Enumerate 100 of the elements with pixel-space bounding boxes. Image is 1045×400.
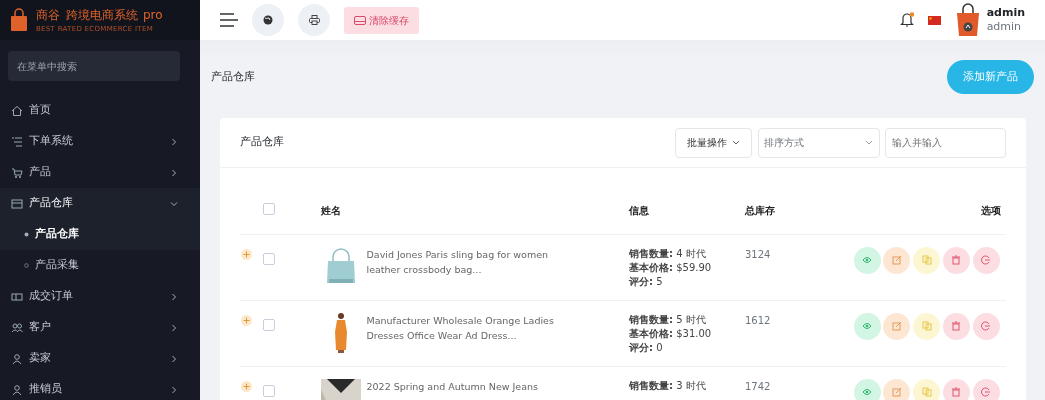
card-title: 产品仓库 [240, 134, 285, 151]
trash-icon [951, 255, 962, 265]
edit-button[interactable] [883, 246, 911, 274]
logout-button[interactable] [972, 246, 1000, 274]
print-button[interactable] [298, 4, 330, 36]
product-info: 销售数量: 4 时代 [629, 246, 707, 261]
logout-icon [981, 255, 991, 265]
product-name[interactable]: 2022 Spring and Autumn New Jeans [366, 378, 582, 400]
logout-button[interactable] [972, 312, 1000, 340]
user-icon [11, 383, 23, 396]
product-info: 基本价格: $31.00 [629, 326, 713, 341]
edit-icon [891, 321, 902, 331]
menu-item[interactable]: 产品 [0, 157, 200, 188]
menu-item[interactable]: 客户 [0, 312, 200, 343]
cart-icon [11, 166, 23, 179]
product-info: 评分: 5 [629, 274, 664, 289]
edit-icon [891, 387, 902, 397]
drive-icon [354, 15, 366, 25]
menu-icon[interactable] [220, 13, 238, 27]
logout-icon [981, 387, 991, 397]
avatar-icon [955, 3, 982, 37]
shopping-bag-icon [10, 8, 28, 32]
product-name[interactable]: David Jones Paris sling bag for women leather crossbody bag... [366, 246, 582, 283]
delete-button[interactable] [942, 312, 970, 340]
users-icon [11, 321, 23, 334]
search-field[interactable]: 输入并输入 [885, 127, 1006, 158]
ticket-icon [11, 290, 23, 303]
edit-button[interactable] [883, 312, 911, 340]
delete-button[interactable] [942, 246, 970, 274]
copy-button[interactable] [913, 312, 940, 340]
submenu-item[interactable]: 产品仓库 [0, 219, 200, 250]
globe-icon [263, 15, 273, 25]
chevron-right-icon [170, 292, 178, 301]
view-button[interactable] [853, 378, 881, 400]
row-checkbox[interactable] [263, 318, 275, 331]
trash-icon [951, 321, 962, 331]
stock-count: 1612 [744, 300, 844, 366]
list-icon [11, 135, 23, 148]
chevron-right-icon [170, 137, 178, 146]
copy-icon [921, 387, 932, 397]
page-title: 产品仓库 [211, 68, 255, 85]
view-button[interactable] [853, 246, 881, 274]
copy-button[interactable] [913, 378, 940, 400]
menu-item[interactable]: 产品仓库 [0, 188, 200, 219]
copy-icon [921, 255, 932, 265]
column-header: 信息 [628, 188, 744, 234]
product-name: 跨境电商系统 [65, 6, 138, 24]
eye-icon [862, 387, 872, 397]
column-header: 总库存 [744, 188, 844, 234]
product-info: 销售数量: 5 时代 [629, 312, 707, 327]
chevron-down-icon [865, 139, 873, 146]
sort-dropdown[interactable]: 排序方式 [757, 127, 880, 158]
flag-icon [928, 15, 942, 25]
edit-button[interactable] [883, 378, 911, 400]
product-name[interactable]: Manufacturer Wholesale Orange Ladies Dresses Office Wear Ad Dress... [366, 312, 582, 353]
column-header: 选项 [844, 188, 1006, 234]
expand-row-button[interactable] [241, 248, 252, 260]
expand-row-button[interactable] [241, 380, 252, 392]
stock-count: 1742 [744, 366, 844, 400]
logout-button[interactable] [972, 378, 1000, 400]
chevron-right-icon [170, 354, 178, 363]
view-button[interactable] [853, 312, 881, 340]
chevron-right-icon [170, 168, 178, 177]
bulk-action-dropdown[interactable]: 批量操作 [674, 127, 752, 158]
chevron-down-icon [732, 139, 740, 146]
submenu-item[interactable]: 产品采集 [0, 250, 200, 281]
menu-item[interactable]: 首页 [0, 95, 200, 126]
bell-icon[interactable] [900, 12, 915, 28]
row-checkbox[interactable] [263, 384, 275, 397]
printer-icon [308, 15, 320, 25]
brand-name: 商谷 [36, 6, 60, 24]
user-icon [11, 352, 23, 365]
menu-item[interactable]: 下单系统 [0, 126, 200, 157]
user-role: admin [986, 20, 1023, 34]
box-icon [11, 197, 23, 210]
eye-icon [862, 255, 872, 265]
home-icon [11, 104, 23, 117]
chevron-right-icon [170, 385, 178, 394]
eye-icon [862, 321, 872, 331]
bullet-icon [24, 263, 29, 268]
menu-item[interactable]: 推销员 [0, 374, 200, 400]
globe-button[interactable] [252, 4, 284, 36]
copy-icon [921, 321, 932, 331]
select-all-checkbox[interactable] [263, 202, 275, 215]
trash-icon [951, 387, 962, 397]
stock-count: 3124 [744, 234, 844, 300]
copy-button[interactable] [913, 246, 940, 274]
delete-button[interactable] [942, 378, 970, 400]
product-info: 评分: 0 [629, 340, 664, 355]
menu-search-field[interactable]: 在菜单中搜索 [8, 51, 180, 81]
chevron-down-icon [170, 199, 178, 208]
edition-label: pro [143, 6, 163, 24]
product-info: 销售数量: 3 时代 [629, 378, 707, 393]
menu-item[interactable]: 成交订单 [0, 281, 200, 312]
row-checkbox[interactable] [263, 252, 275, 265]
bullet-icon [24, 232, 29, 237]
menu-item[interactable]: 卖家 [0, 343, 200, 374]
expand-row-button[interactable] [241, 314, 252, 326]
column-header: 姓名 [320, 188, 628, 234]
edit-icon [891, 255, 902, 265]
